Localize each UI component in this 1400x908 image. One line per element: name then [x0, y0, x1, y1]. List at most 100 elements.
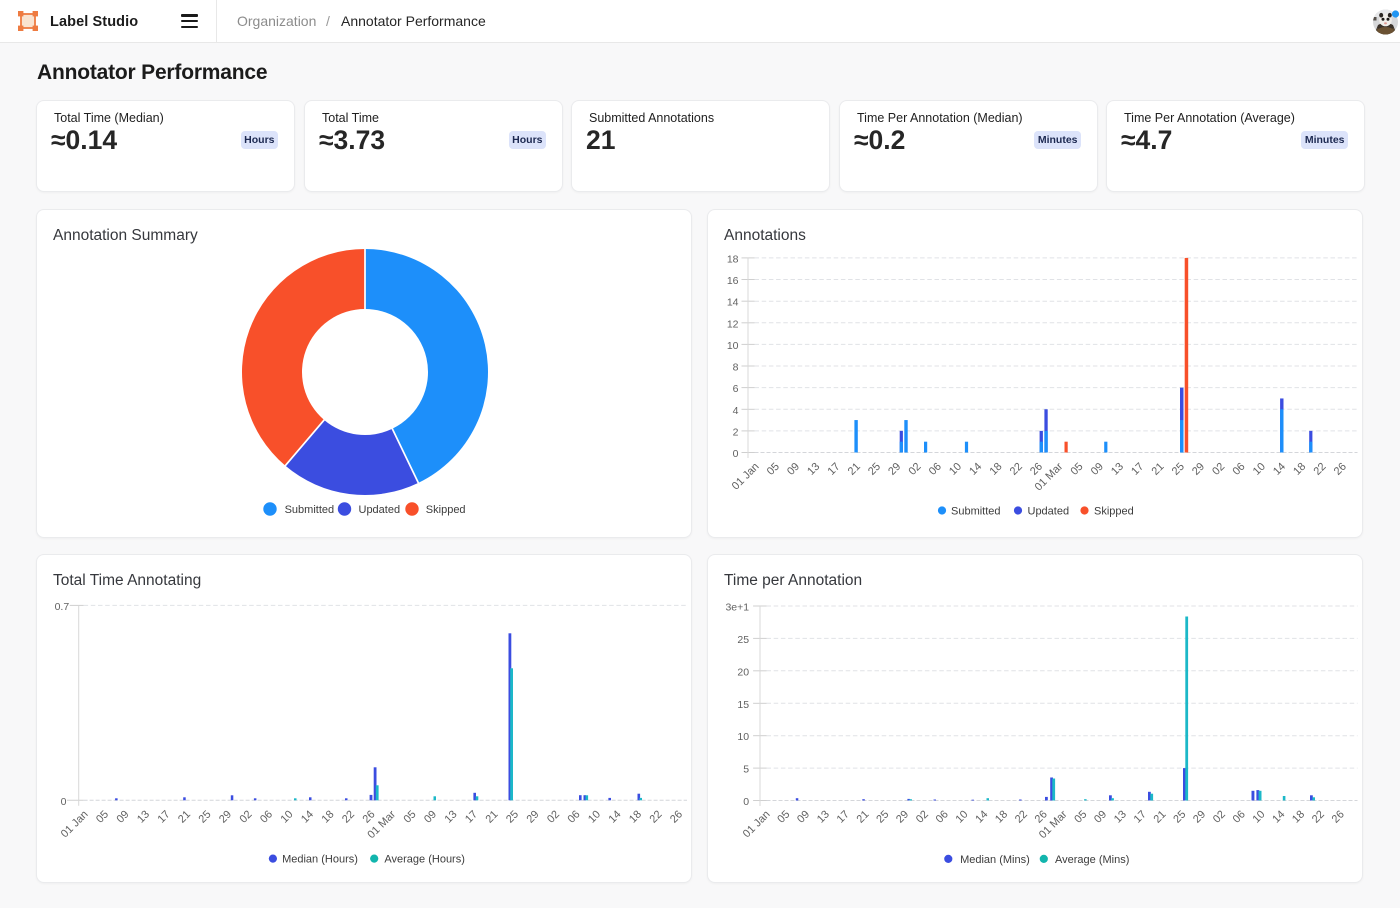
svg-text:Submitted: Submitted — [951, 505, 1001, 517]
svg-text:06: 06 — [565, 808, 582, 825]
svg-text:16: 16 — [727, 275, 739, 287]
svg-text:0: 0 — [743, 796, 749, 808]
svg-text:14: 14 — [1271, 461, 1288, 478]
svg-text:06: 06 — [1230, 461, 1247, 478]
svg-text:17: 17 — [1129, 461, 1146, 478]
svg-text:25: 25 — [866, 461, 883, 478]
svg-text:22: 22 — [340, 808, 357, 825]
svg-text:Median (Hours): Median (Hours) — [282, 854, 358, 866]
svg-text:29: 29 — [1191, 808, 1208, 825]
svg-text:06: 06 — [927, 461, 944, 478]
svg-text:26: 26 — [1330, 808, 1347, 825]
svg-text:Submitted: Submitted — [285, 504, 335, 516]
svg-text:09: 09 — [785, 461, 802, 478]
svg-text:17: 17 — [1132, 808, 1149, 825]
svg-text:18: 18 — [727, 253, 739, 265]
svg-text:10: 10 — [947, 461, 964, 478]
svg-text:0: 0 — [61, 796, 67, 808]
svg-text:18: 18 — [993, 808, 1010, 825]
svg-text:13: 13 — [1112, 808, 1129, 825]
svg-text:18: 18 — [1291, 461, 1308, 478]
svg-text:14: 14 — [727, 297, 739, 309]
svg-text:10: 10 — [1250, 808, 1267, 825]
svg-text:Skipped: Skipped — [1094, 505, 1134, 517]
svg-text:06: 06 — [258, 808, 275, 825]
svg-text:25: 25 — [504, 808, 521, 825]
svg-text:02: 02 — [545, 808, 562, 825]
svg-text:10: 10 — [737, 731, 749, 743]
svg-text:10: 10 — [586, 808, 603, 825]
svg-text:21: 21 — [1149, 461, 1166, 478]
svg-text:13: 13 — [805, 461, 822, 478]
svg-text:13: 13 — [442, 808, 459, 825]
svg-text:25: 25 — [1171, 808, 1188, 825]
svg-text:15: 15 — [737, 699, 749, 711]
svg-text:02: 02 — [1211, 808, 1228, 825]
svg-text:26: 26 — [668, 808, 685, 825]
svg-text:Average (Mins): Average (Mins) — [1055, 854, 1129, 866]
svg-text:Skipped: Skipped — [426, 504, 466, 516]
svg-text:13: 13 — [135, 808, 152, 825]
svg-text:0.7: 0.7 — [55, 601, 70, 613]
svg-text:14: 14 — [967, 461, 984, 478]
svg-text:0: 0 — [733, 448, 739, 460]
svg-text:21: 21 — [1151, 808, 1168, 825]
svg-text:18: 18 — [319, 808, 336, 825]
svg-text:05: 05 — [765, 461, 782, 478]
svg-text:02: 02 — [906, 461, 923, 478]
svg-text:21: 21 — [854, 808, 871, 825]
svg-text:09: 09 — [795, 808, 812, 825]
svg-text:02: 02 — [914, 808, 931, 825]
svg-text:18: 18 — [1290, 808, 1307, 825]
svg-text:22: 22 — [1310, 808, 1327, 825]
svg-text:29: 29 — [886, 461, 903, 478]
svg-text:29: 29 — [524, 808, 541, 825]
svg-text:22: 22 — [1311, 461, 1328, 478]
svg-text:05: 05 — [401, 808, 418, 825]
svg-text:17: 17 — [463, 808, 480, 825]
svg-text:14: 14 — [1270, 808, 1287, 825]
svg-text:01 Jan: 01 Jan — [730, 461, 762, 493]
svg-text:22: 22 — [647, 808, 664, 825]
svg-text:17: 17 — [835, 808, 852, 825]
svg-text:14: 14 — [299, 808, 316, 825]
svg-text:3e+1: 3e+1 — [725, 602, 749, 614]
svg-text:Updated: Updated — [1028, 505, 1070, 517]
svg-text:10: 10 — [727, 340, 739, 352]
svg-text:29: 29 — [1190, 461, 1207, 478]
svg-text:14: 14 — [973, 808, 990, 825]
svg-text:06: 06 — [934, 808, 951, 825]
svg-text:18: 18 — [627, 808, 644, 825]
svg-text:21: 21 — [846, 461, 863, 478]
svg-text:25: 25 — [196, 808, 213, 825]
svg-text:25: 25 — [874, 808, 891, 825]
svg-text:05: 05 — [1072, 808, 1089, 825]
svg-text:5: 5 — [743, 764, 749, 776]
svg-text:10: 10 — [278, 808, 295, 825]
svg-text:17: 17 — [155, 808, 172, 825]
svg-text:2: 2 — [733, 426, 739, 438]
svg-text:25: 25 — [1170, 461, 1187, 478]
svg-text:20: 20 — [737, 666, 749, 678]
svg-text:Median (Mins): Median (Mins) — [960, 854, 1030, 866]
svg-text:29: 29 — [894, 808, 911, 825]
svg-text:17: 17 — [825, 461, 842, 478]
svg-text:13: 13 — [1109, 461, 1126, 478]
svg-text:6: 6 — [733, 383, 739, 395]
svg-text:06: 06 — [1231, 808, 1248, 825]
svg-text:09: 09 — [1089, 461, 1106, 478]
svg-text:14: 14 — [606, 808, 623, 825]
svg-text:10: 10 — [1251, 461, 1268, 478]
svg-text:25: 25 — [737, 634, 749, 646]
svg-text:21: 21 — [483, 808, 500, 825]
svg-text:22: 22 — [1008, 461, 1025, 478]
svg-text:05: 05 — [1068, 461, 1085, 478]
svg-text:26: 26 — [1332, 461, 1349, 478]
svg-text:05: 05 — [94, 808, 111, 825]
svg-text:Average (Hours): Average (Hours) — [384, 854, 465, 866]
svg-text:13: 13 — [815, 808, 832, 825]
svg-text:05: 05 — [775, 808, 792, 825]
svg-text:09: 09 — [422, 808, 439, 825]
svg-text:Updated: Updated — [359, 504, 401, 516]
svg-text:18: 18 — [987, 461, 1004, 478]
